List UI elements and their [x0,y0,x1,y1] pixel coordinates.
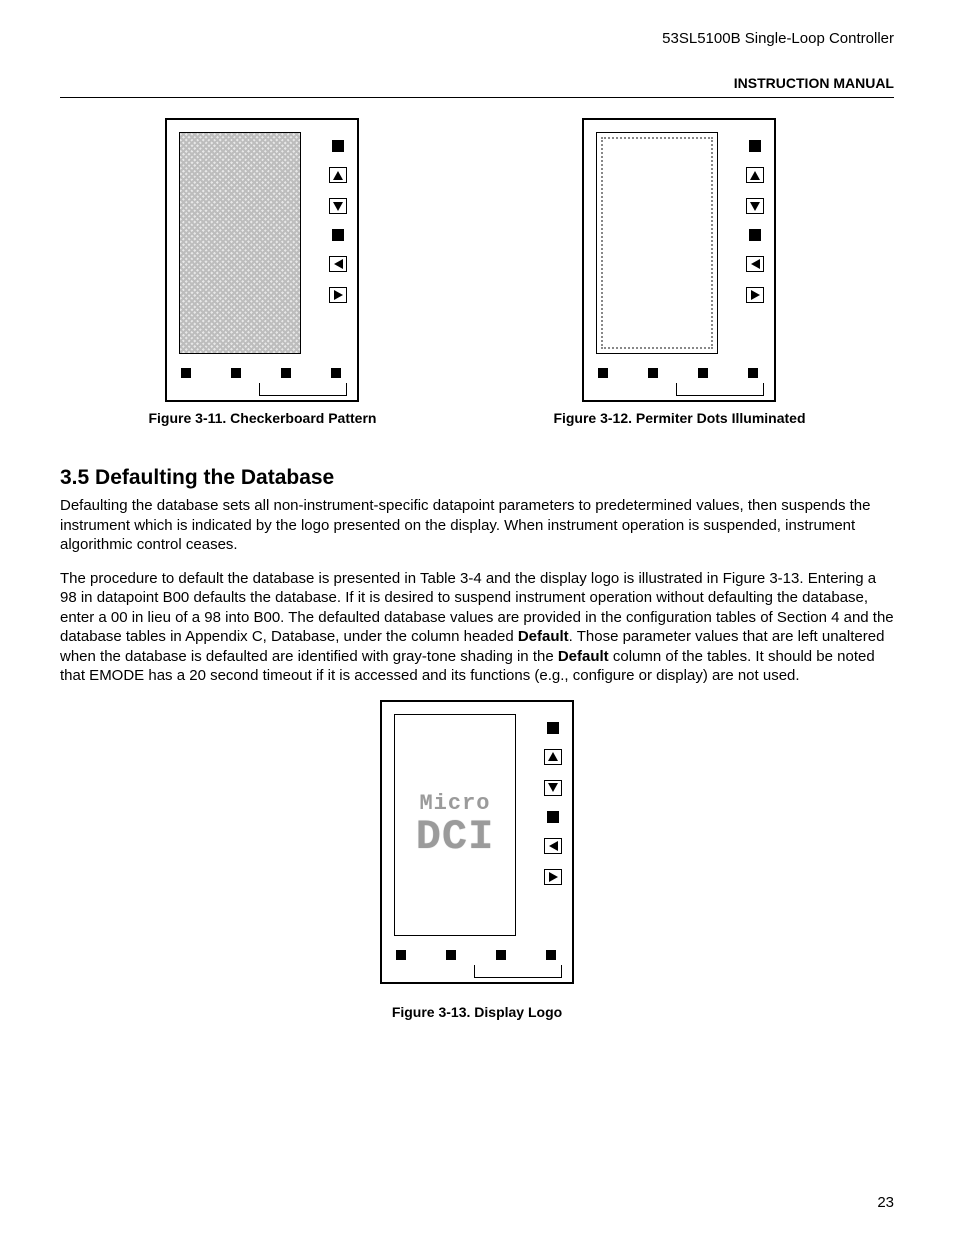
btn-down-icon [544,780,562,796]
btn-up-icon [544,749,562,765]
page-number: 23 [877,1194,894,1211]
btn-b3-icon [698,368,708,378]
figure-3-11: Figure 3-11. Checkerboard Pattern [148,118,376,426]
btn-b1-icon [598,368,608,378]
side-buttons [544,722,562,885]
para-2-bold2: Default [558,648,609,665]
figure-3-12: Figure 3-12. Permiter Dots Illuminated [553,118,805,426]
btn-b2-icon [648,368,658,378]
btn-f1-icon [749,140,761,152]
btn-left-icon [329,256,347,272]
faceplate-checker [165,118,359,402]
btn-b3-icon [281,368,291,378]
figure-3-13: Micro DCI Figure 3-13. Display Logo [60,700,894,1020]
bottom-buttons [181,368,341,378]
header-doctype: INSTRUCTION MANUAL [60,75,894,91]
tag-slot [676,383,764,396]
btn-b4-icon [748,368,758,378]
para-2-bold1: Default [518,628,569,645]
btn-left-icon [544,838,562,854]
btn-up-icon [746,167,764,183]
btn-b4-icon [331,368,341,378]
btn-up-icon [329,167,347,183]
btn-b1-icon [396,950,406,960]
btn-right-icon [329,287,347,303]
tag-slot [259,383,347,396]
header-product: 53SL5100B Single-Loop Controller [60,30,894,47]
section-heading: 3.5 Defaulting the Database [60,466,894,490]
bottom-buttons [598,368,758,378]
figure-row-top: Figure 3-11. Checkerboard Pattern [60,118,894,426]
btn-b3-icon [496,950,506,960]
figure-3-11-caption: Figure 3-11. Checkerboard Pattern [148,410,376,426]
btn-b2-icon [231,368,241,378]
side-buttons [329,140,347,303]
btn-down-icon [329,198,347,214]
page: 53SL5100B Single-Loop Controller INSTRUC… [0,0,954,1235]
side-buttons [746,140,764,303]
btn-right-icon [544,869,562,885]
tag-slot [474,965,562,978]
btn-f2-icon [749,229,761,241]
header-rule [60,97,894,98]
screen-checkerboard [179,132,301,354]
screen-perimeter [596,132,718,354]
faceplate-perimeter [582,118,776,402]
para-2: The procedure to default the database is… [60,569,894,686]
figure-3-13-caption: Figure 3-13. Display Logo [392,1004,562,1020]
para-1: Defaulting the database sets all non-ins… [60,496,894,555]
faceplate-logo: Micro DCI [380,700,574,984]
bottom-buttons [396,950,556,960]
logo-text-dci: DCI [416,816,495,858]
btn-f1-icon [332,140,344,152]
btn-f2-icon [547,811,559,823]
btn-down-icon [746,198,764,214]
btn-f1-icon [547,722,559,734]
figure-3-12-caption: Figure 3-12. Permiter Dots Illuminated [553,410,805,426]
btn-b2-icon [446,950,456,960]
btn-f2-icon [332,229,344,241]
btn-right-icon [746,287,764,303]
btn-b4-icon [546,950,556,960]
btn-left-icon [746,256,764,272]
btn-b1-icon [181,368,191,378]
screen-logo: Micro DCI [394,714,516,936]
